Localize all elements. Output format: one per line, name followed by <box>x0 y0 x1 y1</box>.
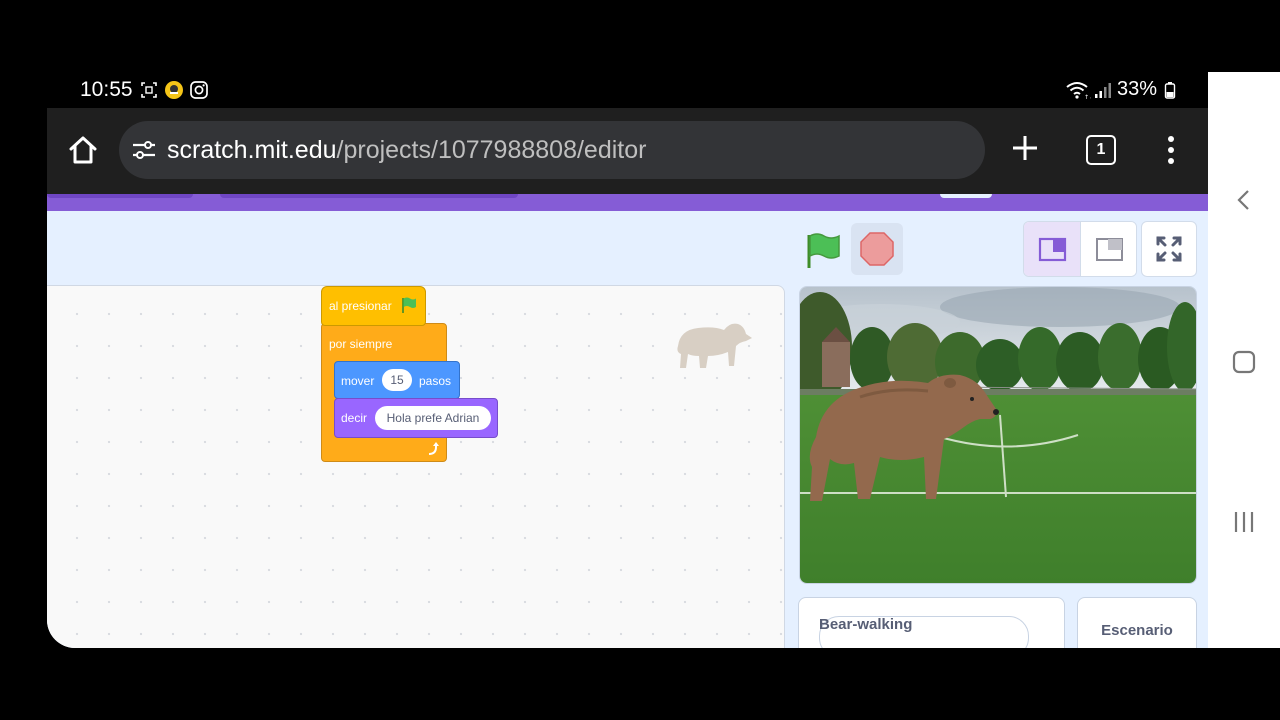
large-stage-button[interactable] <box>1080 222 1136 276</box>
sprite-name: Bear-walking <box>819 616 913 633</box>
menu-bar-item[interactable] <box>47 194 193 198</box>
status-bar: 10:55 ↑↓ 33% <box>47 72 1208 108</box>
move-steps-input[interactable]: 15 <box>382 369 412 391</box>
sprite-info-pane: Bear-walking <box>798 597 1065 648</box>
move-steps-block[interactable]: mover 15 pasos <box>334 361 460 399</box>
site-settings-icon[interactable] <box>131 139 157 161</box>
stop-icon <box>860 232 894 266</box>
loop-arrow-icon <box>428 442 439 455</box>
more-options-icon[interactable] <box>1161 134 1181 166</box>
move-unit-label: pasos <box>419 374 452 388</box>
wifi-icon: ↑↓ <box>1066 82 1091 100</box>
say-block[interactable]: decir Hola prefe Adrian <box>334 398 498 438</box>
stage-canvas[interactable] <box>799 286 1197 584</box>
app-notification-icon <box>165 81 183 99</box>
say-label: decir <box>341 411 368 425</box>
url-text[interactable]: scratch.mit.edu/projects/1077988808/edit… <box>167 136 646 165</box>
battery-percent: 33% <box>1117 78 1158 100</box>
home-nav-icon[interactable] <box>1231 349 1257 375</box>
scratch-menu-bar <box>47 194 1208 211</box>
forever-label: por siempre <box>329 337 393 351</box>
svg-text:↑↓: ↑↓ <box>1084 94 1091 100</box>
signal-icon <box>1095 83 1111 98</box>
green-flag-icon[interactable] <box>803 231 843 271</box>
address-bar[interactable]: scratch.mit.edu/projects/1077988808/edit… <box>119 121 985 179</box>
new-tab-icon[interactable] <box>1009 132 1041 164</box>
stage-selector-label: Escenario <box>1101 622 1173 639</box>
back-icon[interactable] <box>1232 188 1256 212</box>
stage-scene <box>800 287 1196 583</box>
project-title-field[interactable] <box>220 194 518 198</box>
stop-button[interactable] <box>851 223 903 275</box>
fullscreen-button[interactable] <box>1141 221 1197 277</box>
stage-size-toggle <box>1023 221 1137 277</box>
stage-selector[interactable]: Escenario <box>1077 597 1197 648</box>
instagram-icon <box>190 81 208 99</box>
battery-icon <box>1164 82 1176 99</box>
url-path: /projects/1077988808/editor <box>336 136 647 164</box>
say-text-input[interactable]: Hola prefe Adrian <box>375 406 491 430</box>
recent-apps-icon[interactable] <box>1231 509 1257 535</box>
phone-screen: 10:55 ↑↓ 33% <box>47 72 1208 648</box>
url-host: scratch.mit.edu <box>167 136 337 164</box>
small-stage-button[interactable] <box>1024 222 1080 276</box>
move-label: mover <box>341 374 375 388</box>
menu-bar-button[interactable] <box>940 194 992 198</box>
status-time: 10:55 <box>80 78 133 101</box>
browser-toolbar: scratch.mit.edu/projects/1077988808/edit… <box>47 108 1208 194</box>
scratch-editor: por siempre al presionar mover 15 pasos <box>47 194 1208 648</box>
android-nav-bar <box>1208 72 1280 648</box>
fullscreen-icon <box>1156 236 1182 262</box>
hat-block-label: al presionar <box>329 299 392 313</box>
when-flag-clicked-block[interactable]: al presionar <box>321 286 426 326</box>
home-icon[interactable] <box>65 132 101 168</box>
screenshot-icon <box>141 82 157 98</box>
large-stage-icon <box>1096 238 1123 261</box>
sprite-watermark-icon <box>677 323 752 368</box>
code-workspace[interactable]: por siempre al presionar mover 15 pasos <box>47 285 785 648</box>
green-flag-icon <box>402 297 416 313</box>
stage-header <box>47 211 1208 288</box>
tab-switcher-button[interactable]: 1 <box>1086 135 1116 165</box>
small-stage-icon <box>1038 237 1067 262</box>
